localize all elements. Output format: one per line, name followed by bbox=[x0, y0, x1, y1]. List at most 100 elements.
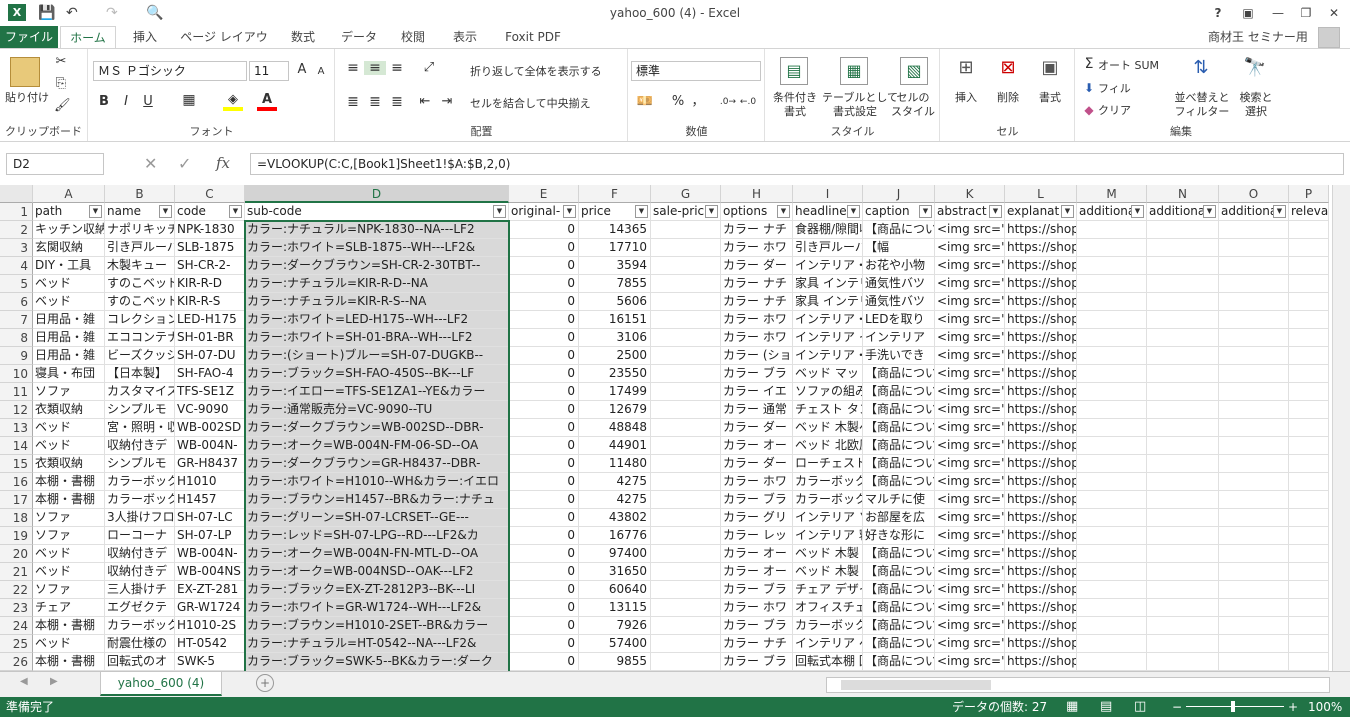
table-cell[interactable]: 引き戸ルーバーシューズBOX【幅 bbox=[793, 239, 863, 257]
table-cell[interactable]: カラー:ダークブラウン=GR-H8437--DBR- bbox=[245, 455, 509, 473]
table-cell[interactable]: インテリア インテリア小物 ゴミ箱 bbox=[793, 329, 863, 347]
table-cell[interactable]: https://shopping.c.yimg.jp/lib bbox=[1005, 239, 1077, 257]
table-cell[interactable]: 0 bbox=[509, 329, 579, 347]
table-cell[interactable] bbox=[1147, 401, 1219, 419]
table-cell[interactable]: チェア bbox=[33, 599, 105, 617]
autosum-button[interactable]: オート SUM bbox=[1098, 59, 1172, 73]
table-cell[interactable]: SH-FAO-4 bbox=[175, 365, 245, 383]
table-cell[interactable]: カラー:ナチュラル=HT-0542--NA---LF2& bbox=[245, 635, 509, 653]
table-cell[interactable]: ローチェスト 洋タンス 衣類収納に bbox=[793, 455, 863, 473]
table-cell[interactable] bbox=[651, 401, 721, 419]
table-cell[interactable]: カラーボックス/3段/A4サイズ/収納 bbox=[793, 491, 863, 509]
table-cell[interactable] bbox=[1147, 653, 1219, 671]
table-cell[interactable] bbox=[1077, 563, 1147, 581]
column-header-k[interactable]: K bbox=[935, 185, 1005, 203]
table-cell[interactable]: カラーボックス/3段2個セット/収納 bbox=[793, 617, 863, 635]
table-cell[interactable]: TFS-SE1Z bbox=[175, 383, 245, 401]
table-cell[interactable]: エココンテナ bbox=[105, 329, 175, 347]
table-cell[interactable]: ベッド 木製ベッド 収納機能付ベッド bbox=[793, 419, 863, 437]
orientation-icon[interactable]: ⤢ bbox=[418, 61, 440, 75]
column-header-c[interactable]: C bbox=[175, 185, 245, 203]
table-cell[interactable]: カラー ホワ bbox=[721, 239, 793, 257]
table-cell[interactable]: カラー イエ bbox=[721, 383, 793, 401]
table-cell[interactable]: 回転式のオ bbox=[105, 653, 175, 671]
table-cell[interactable]: カラー:ダークブラウン=WB-002SD--DBR- bbox=[245, 419, 509, 437]
table-cell[interactable]: <img src=" bbox=[935, 509, 1005, 527]
filter-dropdown-icon[interactable]: ▼ bbox=[1273, 205, 1286, 218]
table-cell[interactable] bbox=[1289, 581, 1329, 599]
format-cells-button[interactable]: 書式 bbox=[1031, 91, 1069, 105]
table-cell[interactable] bbox=[1289, 491, 1329, 509]
table-cell[interactable] bbox=[1077, 365, 1147, 383]
table-cell[interactable] bbox=[1289, 275, 1329, 293]
table-cell[interactable]: カラー オー bbox=[721, 545, 793, 563]
row-header[interactable]: 15 bbox=[0, 455, 33, 473]
table-cell[interactable]: カラー ブラ bbox=[721, 491, 793, 509]
table-cell[interactable]: 16151 bbox=[579, 311, 651, 329]
table-cell[interactable]: https://shopping.c.yimg.jp/lib bbox=[1005, 401, 1077, 419]
table-cell[interactable]: <img src=" bbox=[935, 455, 1005, 473]
table-cell[interactable] bbox=[1219, 635, 1289, 653]
select-all-corner[interactable] bbox=[0, 185, 33, 203]
filter-dropdown-icon[interactable]: ▼ bbox=[1203, 205, 1216, 218]
filter-dropdown-icon[interactable]: ▼ bbox=[159, 205, 172, 218]
filter-dropdown-icon[interactable]: ▼ bbox=[635, 205, 648, 218]
table-cell[interactable]: 23550 bbox=[579, 365, 651, 383]
table-cell[interactable]: WB-004NS bbox=[175, 563, 245, 581]
table-cell[interactable]: https://shopping.c.yimg.jp/lib bbox=[1005, 545, 1077, 563]
table-cell[interactable]: 【商品につい bbox=[863, 437, 935, 455]
column-header-g[interactable]: G bbox=[651, 185, 721, 203]
table-cell[interactable]: https://shopping.c.yimg.jp/lib bbox=[1005, 275, 1077, 293]
table-cell[interactable]: NPK-1830 bbox=[175, 221, 245, 239]
conditional-format-button[interactable]: 条件付き 書式 bbox=[768, 91, 822, 119]
table-cell[interactable]: ベッド 北欧風 おしゃれ 棚 コンセ bbox=[793, 437, 863, 455]
table-cell[interactable]: 本棚・書棚 bbox=[33, 473, 105, 491]
table-cell[interactable]: 0 bbox=[509, 491, 579, 509]
table-cell[interactable]: 衣類収納 bbox=[33, 455, 105, 473]
table-cell[interactable] bbox=[1077, 221, 1147, 239]
table-cell[interactable]: カラー (ショ bbox=[721, 347, 793, 365]
table-cell[interactable]: https://shopping.c.yimg.jp/lib bbox=[1005, 437, 1077, 455]
table-cell[interactable]: <img src=" bbox=[935, 347, 1005, 365]
table-cell[interactable]: 【商品につい bbox=[863, 365, 935, 383]
zoom-slider[interactable] bbox=[1186, 706, 1284, 707]
table-cell[interactable] bbox=[1077, 383, 1147, 401]
table-cell[interactable]: カラー ダー bbox=[721, 455, 793, 473]
table-cell[interactable]: 57400 bbox=[579, 635, 651, 653]
align-center-icon[interactable]: ≣ bbox=[364, 95, 386, 109]
filter-dropdown-icon[interactable]: ▼ bbox=[847, 205, 860, 218]
table-cell[interactable]: https://shopping.c.yimg.jp/lib bbox=[1005, 491, 1077, 509]
table-cell[interactable]: <img src=" bbox=[935, 581, 1005, 599]
table-cell[interactable] bbox=[1289, 221, 1329, 239]
tab-page-layout[interactable]: ページ レイアウト bbox=[176, 26, 272, 66]
table-cell[interactable]: カラーボック bbox=[105, 491, 175, 509]
table-cell[interactable]: https://shopping.c.yimg.jp/lib bbox=[1005, 581, 1077, 599]
table-cell[interactable]: https://shopping.c.yimg.jp/lib bbox=[1005, 221, 1077, 239]
table-cell[interactable] bbox=[1219, 581, 1289, 599]
table-cell[interactable]: <img src=" bbox=[935, 617, 1005, 635]
table-cell[interactable]: インテリア・ライト・照明器具・インテ bbox=[793, 311, 863, 329]
name-box[interactable]: D2 bbox=[6, 153, 104, 175]
table-cell[interactable]: https://shopping.c.yimg.jp/lib bbox=[1005, 509, 1077, 527]
table-cell[interactable] bbox=[1219, 347, 1289, 365]
table-cell[interactable] bbox=[1077, 599, 1147, 617]
zoom-slider-thumb[interactable] bbox=[1231, 701, 1235, 712]
table-cell[interactable]: 手洗いでき bbox=[863, 347, 935, 365]
table-cell[interactable] bbox=[1219, 455, 1289, 473]
worksheet-grid[interactable]: A B C D E F G H I J K L M N O P 1 path ▼ name ▼ code ▼ sub-code… bbox=[0, 185, 1332, 671]
table-cell[interactable] bbox=[1289, 329, 1329, 347]
align-middle-icon[interactable]: ≡ bbox=[364, 61, 386, 75]
horizontal-scrollbar[interactable] bbox=[826, 677, 1330, 693]
table-cell[interactable]: https://shopping.c.yimg.jp/lib bbox=[1005, 653, 1077, 671]
table-cell[interactable]: すのこベッド bbox=[105, 275, 175, 293]
table-cell[interactable]: 0 bbox=[509, 311, 579, 329]
column-header-m[interactable]: M bbox=[1077, 185, 1147, 203]
table-cell[interactable] bbox=[1289, 437, 1329, 455]
table-cell[interactable] bbox=[1077, 293, 1147, 311]
table-cell[interactable]: 4275 bbox=[579, 473, 651, 491]
table-cell[interactable]: 【商品につい bbox=[863, 473, 935, 491]
table-cell[interactable] bbox=[1289, 653, 1329, 671]
autosum-icon[interactable]: Σ bbox=[1082, 57, 1096, 71]
format-cells-icon[interactable]: ▣ bbox=[1037, 57, 1063, 85]
table-cell[interactable] bbox=[651, 275, 721, 293]
